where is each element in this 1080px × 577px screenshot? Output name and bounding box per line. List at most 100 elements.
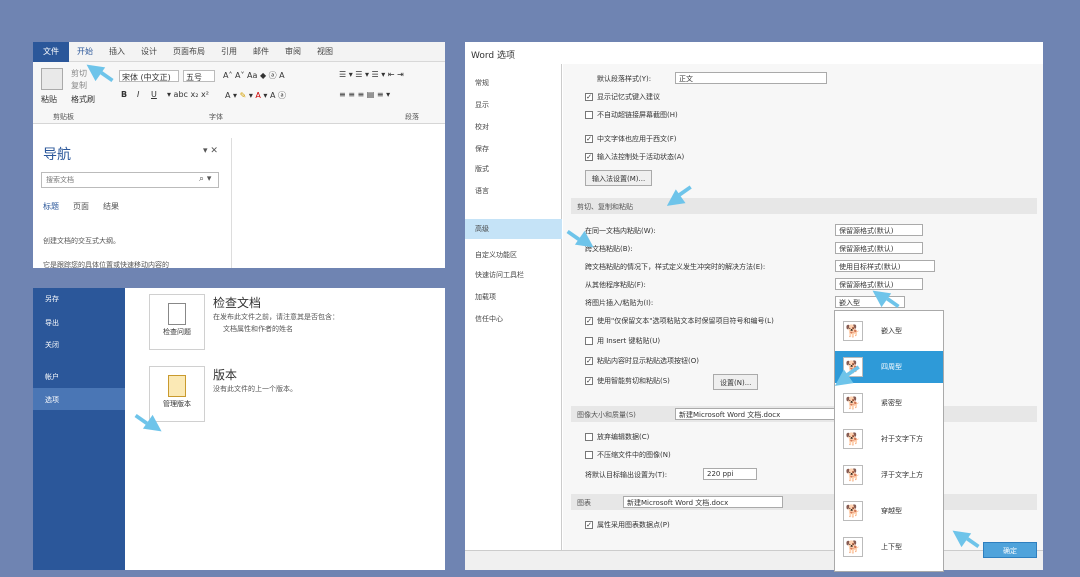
check-paste-options-button[interactable]: ✓ 粘贴内容时显示粘贴选项按钮(O) [585,356,699,366]
nav-tab-results[interactable]: 结果 [103,201,119,212]
options-item-proofing[interactable]: 校对 [475,122,489,132]
check-document-desc: 在发布此文件之前，请注意其是否包含： [213,313,339,321]
document-area[interactable] [231,138,445,268]
nav-help-text: 创建文档的交互式大纲。 [43,237,120,245]
copy-button[interactable]: 复制 [71,80,87,91]
check-smart-cut[interactable]: ✓ 使用智能剪切和粘贴(S) [585,376,670,386]
tab-insert[interactable]: 插入 [101,46,133,57]
check-keep-bullets[interactable]: ✓ 使用"仅保留文本"选项粘贴文本时保留项目符号和编号(L) [585,316,774,326]
menu-item-through[interactable]: 🐕 穿越型 [835,495,943,527]
default-para-label: 默认段落样式(Y): [597,75,652,83]
italic-icon[interactable]: I [137,90,139,99]
nav-pane-title: 导航 [43,147,71,163]
options-item-addins[interactable]: 加载项 [475,292,496,302]
checkbox-icon[interactable] [585,451,593,459]
checkbox-icon[interactable]: ✓ [585,357,593,365]
grow-font-icon[interactable]: A˄ A˅ Aa ◆ ⓐ A [223,70,285,81]
options-item-save[interactable]: 保存 [475,144,489,154]
paste-button[interactable]: 粘贴 [41,94,57,105]
options-item-trust-center[interactable]: 信任中心 [475,314,503,324]
resolution-select[interactable]: 220 ppi [703,468,757,480]
nav-tab-pages[interactable]: 页面 [73,201,89,212]
check-chart-data-point[interactable]: ✓ 属性采用图表数据点(P) [585,520,670,530]
tab-review[interactable]: 审阅 [277,46,309,57]
options-item-advanced[interactable]: 高级 [475,224,489,234]
tab-file[interactable]: 文件 [33,42,69,62]
default-para-select[interactable]: 正文 [675,72,827,84]
backstage-item-export[interactable]: 导出 [45,318,59,328]
checkbox-icon[interactable] [585,433,593,441]
chart-doc-select[interactable]: 新建Microsoft Word 文档.docx [623,496,783,508]
nav-search-input[interactable]: 搜索文档 [41,172,219,188]
style-conflict-label: 跨文档粘贴的情况下，样式定义发生冲突时的解决方法(E): [585,263,766,271]
options-item-general[interactable]: 常规 [475,78,489,88]
options-item-quick-access[interactable]: 快速访问工具栏 [475,270,524,280]
underline-icon[interactable]: U [151,90,157,99]
tab-mailings[interactable]: 邮件 [245,46,277,57]
checkbox-icon[interactable] [585,337,593,345]
backstage-item-close[interactable]: 关闭 [45,340,59,350]
style-conflict-select[interactable]: 使用目标样式(默认) [835,260,935,272]
check-chinese-font[interactable]: ✓ 中文字体也应用于西文(F) [585,134,677,144]
checkbox-icon[interactable]: ✓ [585,317,593,325]
ok-button[interactable]: 确定 [983,542,1037,558]
dog-icon: 🐕 [843,537,863,557]
dog-icon: 🐕 [843,465,863,485]
options-item-customize-ribbon[interactable]: 自定义功能区 [475,250,517,260]
menu-item-tight[interactable]: 🐕 紧密型 [835,387,943,419]
bold-icon[interactable]: B [121,90,127,99]
nav-close-icon[interactable]: ▾ ✕ [203,146,218,156]
options-item-typography[interactable]: 版式 [475,164,489,174]
tab-references[interactable]: 引用 [213,46,245,57]
backstage-sidebar: 另存 导出 关闭 帐户 选项 [33,288,125,570]
list-icons[interactable]: ☰ ▾ ☰ ▾ ☰ ▾ ⇤ ⇥ [339,70,404,79]
font-size-select[interactable]: 五号 [183,70,215,82]
group-label-font: 字体 [209,113,223,121]
paste-other-program-label: 从其他程序粘贴(F): [585,281,646,289]
font-name-select[interactable]: 宋体 (中文正) [119,70,179,82]
checkbox-icon[interactable]: ✓ [585,93,593,101]
menu-item-inline[interactable]: 🐕 嵌入型 [835,315,943,347]
word-options-dialog: Word 选项 常规 显示 校对 保存 版式 语言 高级 自定义功能区 快速访问… [465,42,1043,570]
paste-same-doc-select[interactable]: 保留源格式(默认) [835,224,923,236]
menu-item-in-front-of-text[interactable]: 🐕 浮于文字上方 [835,459,943,491]
menu-item-behind-text[interactable]: 🐕 衬于文字下方 [835,423,943,455]
tab-layout[interactable]: 页面布局 [165,46,213,57]
format-painter-button[interactable]: 格式刷 [71,94,95,105]
backstage-item-saveas[interactable]: 另存 [45,294,59,304]
nav-tab-headings[interactable]: 标题 [43,201,59,212]
checkbox-icon[interactable]: ✓ [585,153,593,161]
check-no-compress[interactable]: 不压缩文件中的图像(N) [585,450,671,460]
check-autocomplete[interactable]: ✓ 显示记忆式键入建议 [585,92,660,102]
check-issues-button[interactable]: 检查问题 [149,294,205,350]
check-document-title: 检查文档 [213,296,262,310]
options-item-language[interactable]: 语言 [475,186,489,196]
check-ime-control[interactable]: ✓ 输入法控制处于活动状态(A) [585,152,684,162]
backstage-item-account[interactable]: 帐户 [45,372,59,382]
checkbox-icon[interactable]: ✓ [585,521,593,529]
check-discard-edit-data[interactable]: 放弃编辑数据(C) [585,432,649,442]
options-sidebar: 常规 显示 校对 保存 版式 语言 高级 自定义功能区 快速访问工具栏 加载项 … [465,64,562,550]
dog-icon: 🐕 [843,501,863,521]
checkbox-icon[interactable]: ✓ [585,377,593,385]
menu-item-top-bottom[interactable]: 🐕 上下型 [835,531,943,563]
paste-cross-doc-select[interactable]: 保留源格式(默认) [835,242,923,254]
checkbox-icon[interactable]: ✓ [585,135,593,143]
search-icon[interactable]: ⌕ ▾ [199,174,211,184]
backstage-item-options[interactable]: 选项 [45,395,59,405]
group-label-paragraph: 段落 [405,113,419,121]
section-cut-copy-paste: 剪切、复制和粘贴 [571,198,1037,214]
font-color-icon[interactable]: A ▾ ✎ ▾ A ▾ A ⓐ [225,90,286,101]
tab-design[interactable]: 设计 [133,46,165,57]
check-insert-key[interactable]: 用 Insert 键粘贴(U) [585,336,660,346]
ime-settings-button[interactable]: 输入法设置(M)... [585,170,653,186]
align-icons[interactable]: ≡ ≡ ≡ ▤ ≡ ▾ [339,90,390,99]
paste-icon[interactable] [41,68,63,90]
format-icons[interactable]: ▾ abc x₂ x² [167,90,209,99]
checkbox-icon[interactable] [585,111,593,119]
options-item-display[interactable]: 显示 [475,100,489,110]
check-no-hyperlink[interactable]: 不自动超链接屏幕截图(H) [585,110,678,120]
tab-view[interactable]: 视图 [309,46,341,57]
smart-paste-settings-button[interactable]: 设置(N)... [713,374,759,390]
image-doc-select[interactable]: 新建Microsoft Word 文档.docx [675,408,835,420]
